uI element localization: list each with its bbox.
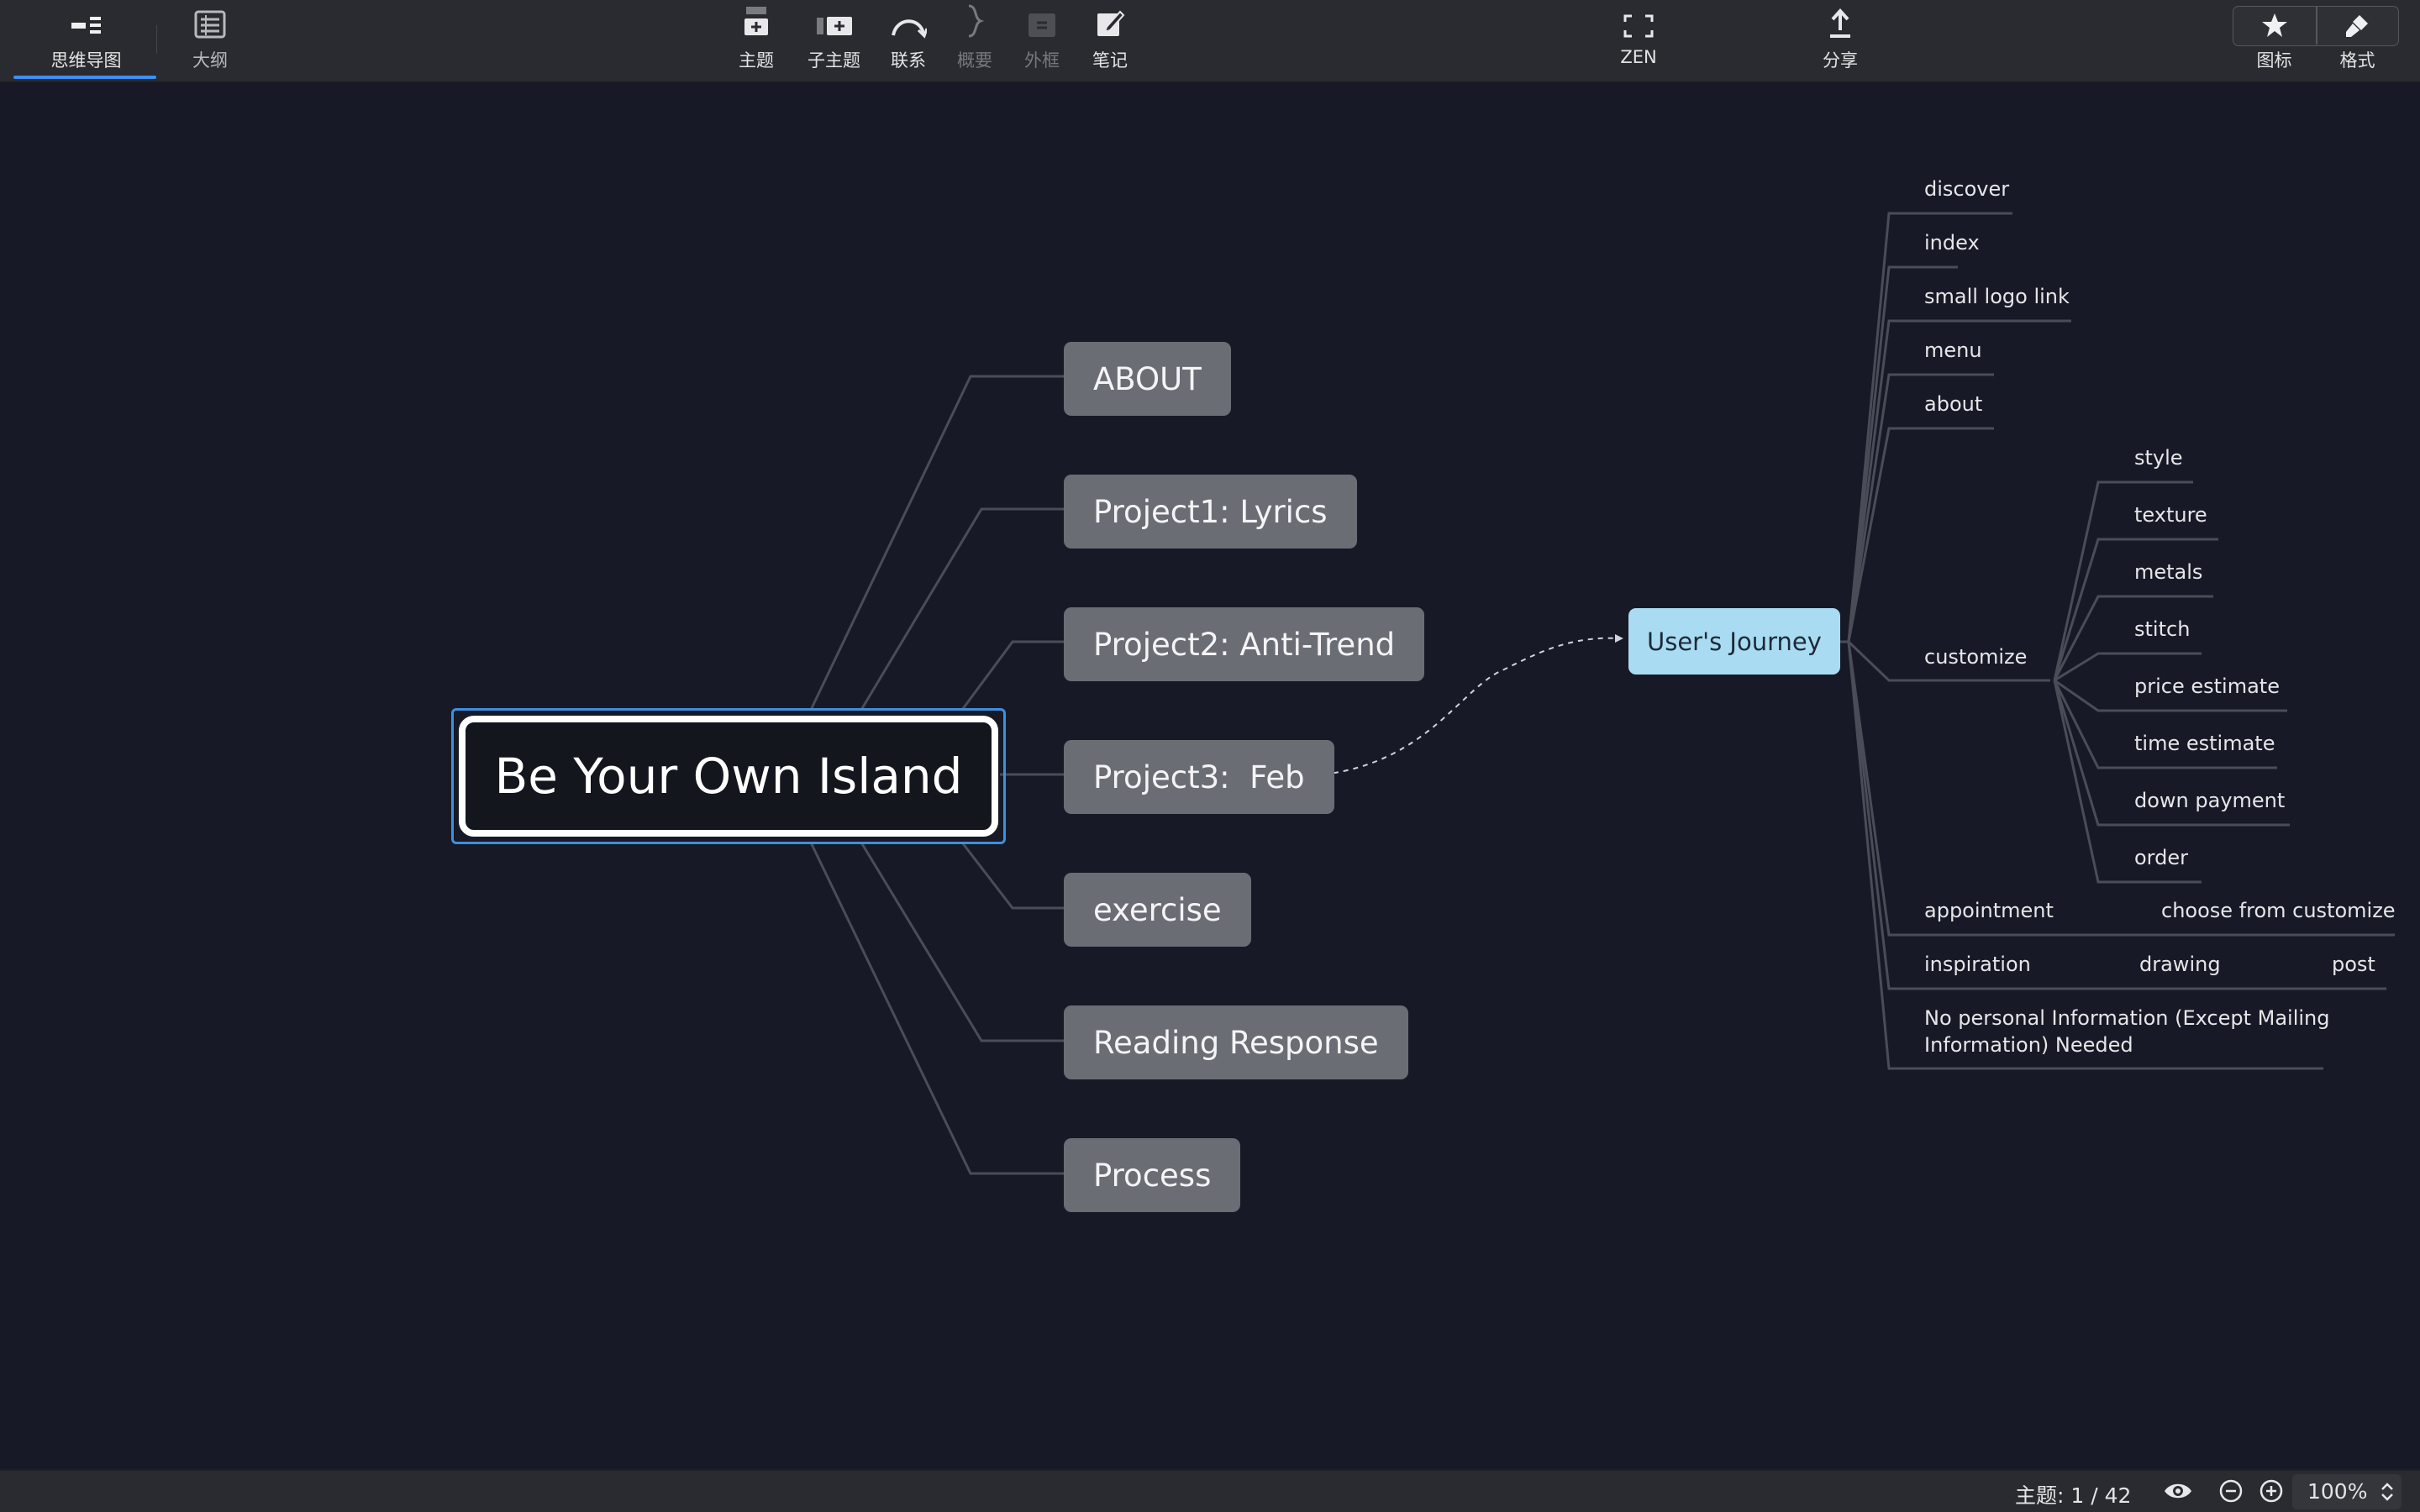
insert-relationship-button[interactable]: 联系 — [878, 0, 939, 81]
subtopic-icon — [816, 17, 852, 35]
topic-style[interactable]: style — [2134, 446, 2183, 470]
topic-post[interactable]: post — [2332, 953, 2375, 976]
branch-project3[interactable]: Project3: Feb — [1064, 740, 1334, 814]
zen-mode-button[interactable]: ZEN — [1605, 0, 1672, 81]
topic-texture[interactable]: texture — [2134, 503, 2207, 527]
topic-no-personal-info-line1[interactable]: No personal Information (Except Mailing — [1924, 1006, 2330, 1030]
tab-outline-label: 大纲 — [192, 50, 228, 71]
zoom-level-value: 100% — [2307, 1479, 2368, 1504]
topic-order[interactable]: order — [2134, 846, 2188, 869]
insert-boundary-label: 外框 — [1024, 50, 1060, 71]
zoom-level-select[interactable]: 100% — [2292, 1474, 2402, 1509]
tab-mindmap-label: 思维导图 — [50, 50, 122, 71]
zoom-in-icon[interactable] — [2259, 1478, 2284, 1504]
tab-separator — [156, 25, 157, 54]
topic-down-payment[interactable]: down payment — [2134, 789, 2285, 812]
toolbar: 思维导图 大纲 主题 子主题 联系 概要 外框 笔记 ZEN 分享 图标 格式 — [0, 0, 2420, 83]
floating-topic-users-journey[interactable]: User's Journey — [1628, 608, 1840, 675]
insert-summary-button[interactable]: 概要 — [945, 0, 1004, 81]
insert-summary-label: 概要 — [957, 50, 992, 71]
icons-panel-label: 图标 — [2256, 50, 2292, 71]
topic-time-estimate[interactable]: time estimate — [2134, 732, 2275, 755]
topic-count: 主题: 1 / 42 — [2015, 1483, 2132, 1508]
share-label: 分享 — [1823, 50, 1858, 71]
insert-topic-button[interactable]: 主题 — [727, 0, 786, 81]
insert-boundary-button[interactable]: 外框 — [1013, 0, 1071, 81]
branch-process[interactable]: Process — [1064, 1138, 1241, 1212]
format-panel-button[interactable]: 格式 — [2316, 0, 2399, 81]
tab-outline[interactable]: 大纲 — [172, 0, 248, 81]
fullscreen-icon — [1623, 14, 1654, 38]
topic-discover[interactable]: discover — [1924, 177, 2009, 201]
branch-project2[interactable]: Project2: Anti-Trend — [1064, 607, 1425, 681]
share-button[interactable]: 分享 — [1807, 0, 1874, 81]
topic-icon — [744, 7, 768, 35]
boundary-icon — [1028, 13, 1055, 37]
stepper-icon — [2381, 1483, 2393, 1501]
topic-price-estimate[interactable]: price estimate — [2134, 675, 2280, 698]
relationship-icon — [892, 19, 927, 39]
eye-icon[interactable] — [2163, 1478, 2193, 1504]
branch-exercise[interactable]: exercise — [1064, 873, 1251, 947]
format-panel-label: 格式 — [2339, 50, 2375, 71]
share-icon — [1830, 8, 1850, 38]
topic-index[interactable]: index — [1924, 231, 1980, 255]
topic-drawing[interactable]: drawing — [2139, 953, 2221, 976]
zoom-out-icon[interactable] — [2218, 1478, 2244, 1504]
topic-about[interactable]: about — [1924, 392, 1982, 416]
mindmap-canvas[interactable]: Be Your Own Island ABOUT Project1: Lyric… — [0, 81, 2420, 1469]
topic-menu[interactable]: menu — [1924, 339, 1982, 362]
insert-note-label: 笔记 — [1092, 50, 1128, 71]
branch-about[interactable]: ABOUT — [1064, 342, 1231, 416]
topic-choose-from-customize[interactable]: choose from customize — [2161, 899, 2396, 922]
zen-mode-label: ZEN — [1620, 47, 1657, 67]
branch-project1[interactable]: Project1: Lyrics — [1064, 475, 1357, 549]
topic-appointment[interactable]: appointment — [1924, 899, 2054, 922]
topic-customize[interactable]: customize — [1924, 645, 2027, 669]
insert-subtopic-label: 子主题 — [808, 50, 860, 71]
active-tab-indicator — [13, 76, 156, 79]
topic-stitch[interactable]: stitch — [2134, 617, 2190, 641]
root-topic[interactable]: Be Your Own Island — [459, 716, 998, 837]
insert-subtopic-button[interactable]: 子主题 — [798, 0, 870, 81]
note-icon — [1097, 10, 1125, 36]
insert-topic-label: 主题 — [739, 50, 774, 71]
summary-icon — [968, 4, 985, 38]
topic-small-logo-link[interactable]: small logo link — [1924, 285, 2070, 308]
icons-panel-button[interactable]: 图标 — [2233, 0, 2316, 81]
status-bar: 主题: 1 / 42 100% — [0, 1469, 2420, 1512]
tab-mindmap[interactable]: 思维导图 — [34, 0, 139, 81]
insert-note-button[interactable]: 笔记 — [1080, 0, 1140, 81]
star-icon — [2261, 13, 2287, 37]
format-brush-icon — [2345, 15, 2368, 37]
topic-metals[interactable]: metals — [2134, 560, 2202, 584]
topic-inspiration[interactable]: inspiration — [1924, 953, 2031, 976]
topic-no-personal-info-line2[interactable]: Information) Needed — [1924, 1033, 2133, 1057]
branch-reading-response[interactable]: Reading Response — [1064, 1005, 1408, 1079]
outline-view-icon — [194, 10, 226, 39]
insert-relationship-label: 联系 — [891, 50, 926, 71]
mindmap-view-icon — [71, 17, 101, 34]
